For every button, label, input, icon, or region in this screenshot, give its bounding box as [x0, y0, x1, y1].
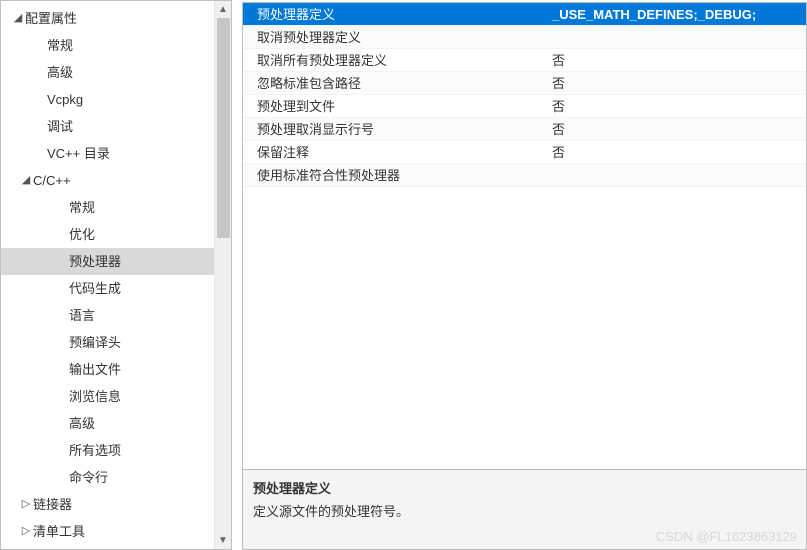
property-value[interactable]: 否 [548, 49, 806, 71]
tree-node-label: 高级 [47, 59, 73, 86]
property-value[interactable] [548, 26, 806, 48]
tree-node[interactable]: ▷语言 [1, 302, 214, 329]
tree-node[interactable]: ▷常规 [1, 194, 214, 221]
tree-node[interactable]: ▷代码生成 [1, 275, 214, 302]
tree-node-label: 调试 [47, 113, 73, 140]
expand-down-icon[interactable]: ◢ [19, 167, 33, 194]
description-body: 定义源文件的预处理符号。 [253, 501, 796, 520]
tree-node-label: 链接器 [33, 491, 72, 518]
expand-placeholder-icon: ▷ [55, 248, 69, 275]
tree-node-label: 配置属性 [25, 5, 77, 32]
expand-placeholder-icon: ▷ [33, 86, 47, 113]
property-value[interactable]: 否 [548, 141, 806, 163]
expand-right-icon[interactable]: ▷ [19, 545, 33, 549]
tree-node-label: Vcpkg [47, 86, 83, 113]
tree-node[interactable]: ▷XML 文档生成器 [1, 545, 214, 549]
tree-node[interactable]: ▷高级 [1, 59, 214, 86]
tree-node[interactable]: ▷所有选项 [1, 437, 214, 464]
expand-placeholder-icon: ▷ [33, 32, 47, 59]
tree-node-label: C/C++ [33, 167, 71, 194]
property-name: 忽略标准包含路径 [243, 72, 548, 94]
expand-placeholder-icon: ▷ [55, 221, 69, 248]
scroll-up-button[interactable]: ▲ [215, 1, 231, 18]
property-row[interactable]: 使用标准符合性预处理器 [243, 164, 806, 187]
tree-node-label: 优化 [69, 221, 95, 248]
tree-node[interactable]: ▷常规 [1, 32, 214, 59]
expand-placeholder-icon: ▷ [33, 140, 47, 167]
property-row[interactable]: 预处理到文件否 [243, 95, 806, 118]
tree-node[interactable]: ◢配置属性 [1, 5, 214, 32]
expand-placeholder-icon: ▷ [55, 383, 69, 410]
property-row[interactable]: 保留注释否 [243, 141, 806, 164]
tree-node-label: 预编译头 [69, 329, 121, 356]
property-row[interactable]: 忽略标准包含路径否 [243, 72, 806, 95]
property-name: 预处理到文件 [243, 95, 548, 117]
property-row[interactable]: 取消所有预处理器定义否 [243, 49, 806, 72]
expand-placeholder-icon: ▷ [55, 329, 69, 356]
tree-node[interactable]: ▷高级 [1, 410, 214, 437]
expand-placeholder-icon: ▷ [55, 194, 69, 221]
description-panel: 预处理器定义 定义源文件的预处理符号。 [242, 470, 807, 550]
tree-node[interactable]: ▷调试 [1, 113, 214, 140]
tree-node-label: XML 文档生成器 [33, 545, 128, 549]
expand-placeholder-icon: ▷ [33, 113, 47, 140]
tree-node-label: VC++ 目录 [47, 140, 110, 167]
expand-placeholder-icon: ▷ [55, 410, 69, 437]
property-name: 取消所有预处理器定义 [243, 49, 548, 71]
expand-down-icon[interactable]: ◢ [11, 5, 25, 32]
tree-node-label: 代码生成 [69, 275, 121, 302]
expand-placeholder-icon: ▷ [33, 59, 47, 86]
tree-node-label: 命令行 [69, 464, 108, 491]
property-row[interactable]: 取消预处理器定义 [243, 26, 806, 49]
navigation-tree: ◢配置属性▷常规▷高级▷Vcpkg▷调试▷VC++ 目录◢C/C++▷常规▷优化… [1, 1, 214, 549]
property-row[interactable]: 预处理器定义_USE_MATH_DEFINES;_DEBUG; [243, 3, 806, 26]
tree-node-label: 高级 [69, 410, 95, 437]
property-value[interactable]: 否 [548, 118, 806, 140]
scroll-down-button[interactable]: ▼ [215, 532, 231, 549]
tree-node[interactable]: ▷链接器 [1, 491, 214, 518]
tree-node[interactable]: ▷VC++ 目录 [1, 140, 214, 167]
property-name: 预处理器定义 [243, 3, 548, 25]
tree-node-label: 常规 [69, 194, 95, 221]
expand-right-icon[interactable]: ▷ [19, 491, 33, 518]
tree-node-label: 所有选项 [69, 437, 121, 464]
tree-node-label: 预处理器 [69, 248, 121, 275]
tree-node[interactable]: ▷浏览信息 [1, 383, 214, 410]
tree-node-label: 常规 [47, 32, 73, 59]
tree-node[interactable]: ▷优化 [1, 221, 214, 248]
description-title: 预处理器定义 [253, 478, 796, 497]
expand-placeholder-icon: ▷ [55, 437, 69, 464]
property-name: 保留注释 [243, 141, 548, 163]
tree-node[interactable]: ◢C/C++ [1, 167, 214, 194]
property-value[interactable]: _USE_MATH_DEFINES;_DEBUG; [548, 3, 806, 25]
tree-node[interactable]: ▷清单工具 [1, 518, 214, 545]
tree-scrollbar[interactable]: ▲ ▼ [214, 1, 231, 549]
tree-node-label: 清单工具 [33, 518, 85, 545]
expand-placeholder-icon: ▷ [55, 275, 69, 302]
tree-node-label: 语言 [69, 302, 95, 329]
expand-placeholder-icon: ▷ [55, 302, 69, 329]
navigation-tree-panel: ◢配置属性▷常规▷高级▷Vcpkg▷调试▷VC++ 目录◢C/C++▷常规▷优化… [0, 0, 232, 550]
expand-right-icon[interactable]: ▷ [19, 518, 33, 545]
tree-node[interactable]: ▷命令行 [1, 464, 214, 491]
tree-node-label: 浏览信息 [69, 383, 121, 410]
property-value[interactable] [548, 164, 806, 186]
property-value[interactable]: 否 [548, 72, 806, 94]
property-name: 预处理取消显示行号 [243, 118, 548, 140]
scroll-thumb[interactable] [217, 18, 230, 238]
property-grid: 预处理器定义_USE_MATH_DEFINES;_DEBUG;取消预处理器定义取… [242, 2, 807, 470]
property-value[interactable]: 否 [548, 95, 806, 117]
tree-node[interactable]: ▷Vcpkg [1, 86, 214, 113]
tree-node[interactable]: ▷输出文件 [1, 356, 214, 383]
property-panel: 预处理器定义_USE_MATH_DEFINES;_DEBUG;取消预处理器定义取… [232, 0, 807, 550]
expand-placeholder-icon: ▷ [55, 356, 69, 383]
tree-node[interactable]: ▷预处理器 [1, 248, 214, 275]
tree-node[interactable]: ▷预编译头 [1, 329, 214, 356]
property-name: 取消预处理器定义 [243, 26, 548, 48]
property-name: 使用标准符合性预处理器 [243, 164, 548, 186]
expand-placeholder-icon: ▷ [55, 464, 69, 491]
tree-node-label: 输出文件 [69, 356, 121, 383]
property-row[interactable]: 预处理取消显示行号否 [243, 118, 806, 141]
